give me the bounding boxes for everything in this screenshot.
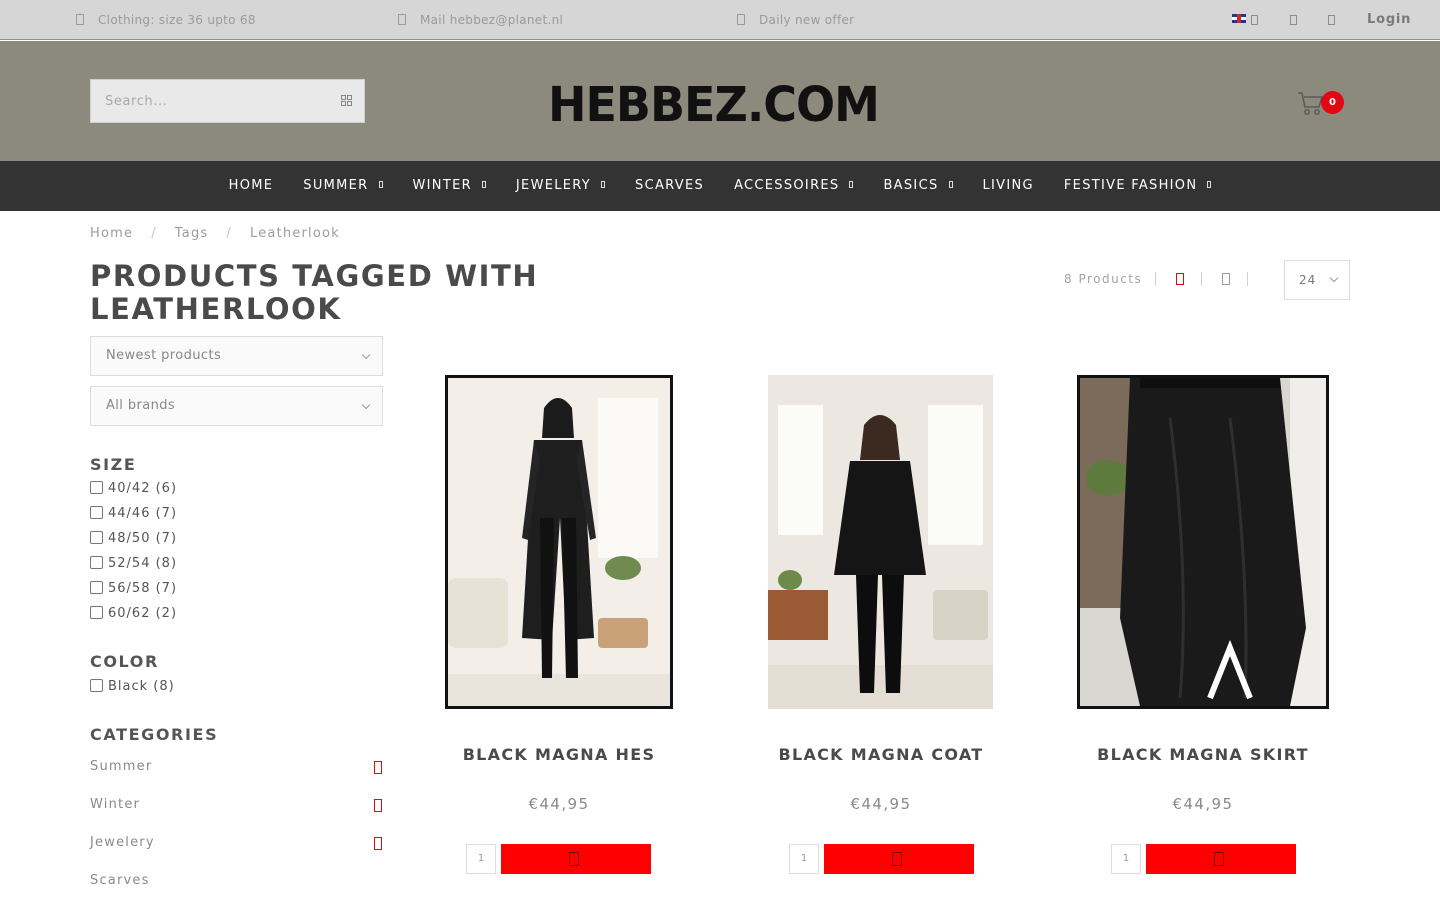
top-utility-bar: Clothing: size 36 upto 68 Mail hebbez@pl…: [0, 0, 1440, 40]
nav-item-scarves[interactable]: SCARVES: [620, 161, 719, 211]
product-price: €44,95: [850, 795, 912, 813]
chevron-down-icon: [378, 181, 383, 188]
product-count: 8 Products: [1064, 272, 1143, 286]
size-filter-option[interactable]: 44/46 (7): [90, 505, 177, 523]
product-title[interactable]: BLACK MAGNA HES: [409, 745, 709, 764]
search-icon[interactable]: [340, 94, 354, 108]
product-price: €44,95: [1172, 795, 1234, 813]
chevron-down-icon: [1329, 273, 1339, 283]
category-jewelery[interactable]: Jewelery: [90, 835, 155, 850]
sort-select[interactable]: Newest products: [90, 336, 383, 376]
size-filter-option[interactable]: 52/54 (8): [90, 555, 177, 573]
chevron-down-icon: [361, 400, 371, 410]
brand-select[interactable]: All brands: [90, 386, 383, 426]
checkbox[interactable]: [90, 481, 103, 494]
checkbox[interactable]: [90, 606, 103, 619]
nav-item-living[interactable]: LIVING: [968, 161, 1049, 211]
breadcrumb-current: Leatherlook: [249, 226, 340, 241]
list-view-icon[interactable]: [1222, 273, 1230, 285]
product-title[interactable]: BLACK MAGNA SKIRT: [1053, 745, 1353, 764]
wishlist-icon[interactable]: [1290, 15, 1297, 25]
nav-item-accessoires[interactable]: ACCESSOIRES: [719, 161, 868, 211]
color-filter-heading: COLOR: [90, 652, 159, 671]
product-price: €44,95: [528, 795, 590, 813]
category-scarves[interactable]: Scarves: [90, 873, 150, 888]
checkbox[interactable]: [90, 506, 103, 519]
compare-icon[interactable]: [1328, 15, 1335, 25]
breadcrumb-home[interactable]: Home: [90, 226, 133, 241]
chevron-down-icon: [1207, 181, 1212, 188]
quantity-input[interactable]: 1: [789, 844, 819, 874]
search-input[interactable]: [91, 80, 321, 122]
chevron-down-icon: [948, 181, 953, 188]
checkbox[interactable]: [90, 679, 103, 692]
expand-icon[interactable]: [374, 837, 382, 850]
nav-item-festive-fashion[interactable]: FESTIVE FASHION: [1049, 161, 1226, 211]
checkbox[interactable]: [90, 531, 103, 544]
cart-button[interactable]: 0: [1297, 89, 1347, 119]
checkbox[interactable]: [90, 556, 103, 569]
add-to-cart-button[interactable]: [1146, 844, 1296, 874]
cart-icon: [892, 852, 902, 866]
tag-icon: [737, 14, 745, 25]
breadcrumb: Home / Tags / Leatherlook: [90, 226, 340, 241]
category-summer[interactable]: Summer: [90, 759, 152, 774]
add-to-cart-button[interactable]: [824, 844, 974, 874]
category-winter[interactable]: Winter: [90, 797, 140, 812]
usp-sizes: Clothing: size 36 upto 68: [76, 0, 256, 40]
product-image[interactable]: [1077, 375, 1329, 709]
language-dropdown-icon[interactable]: [1251, 15, 1258, 25]
site-logo[interactable]: HEBBEZ.COM: [548, 78, 898, 131]
expand-icon[interactable]: [374, 799, 382, 812]
site-header: HEBBEZ.COM 0: [0, 41, 1440, 161]
grid-view-icon[interactable]: [1176, 273, 1184, 285]
login-link[interactable]: Login: [1367, 0, 1411, 40]
nav-item-jewelery[interactable]: JEWELERY: [501, 161, 620, 211]
product-title[interactable]: BLACK MAGNA COAT: [731, 745, 1031, 764]
cart-icon: [569, 852, 579, 866]
uk-flag-icon[interactable]: [1232, 14, 1246, 23]
nav-item-basics[interactable]: BASICS: [868, 161, 967, 211]
product-photo: [1080, 378, 1326, 706]
product-image[interactable]: [768, 375, 993, 709]
checkbox[interactable]: [90, 581, 103, 594]
nav-item-summer[interactable]: SUMMER: [288, 161, 397, 211]
size-filter-option[interactable]: 40/42 (6): [90, 480, 177, 498]
chevron-down-icon: [481, 181, 486, 188]
size-filter-option[interactable]: 56/58 (7): [90, 580, 177, 598]
size-filter-option[interactable]: 60/62 (2): [90, 605, 177, 623]
expand-icon[interactable]: [374, 761, 382, 774]
usp-mail[interactable]: Mail hebbez@planet.nl: [398, 0, 563, 40]
page-title: PRODUCTS TAGGED WITH LEATHERLOOK: [90, 259, 539, 326]
quantity-input[interactable]: 1: [466, 844, 496, 874]
categories-heading: CATEGORIES: [90, 725, 219, 744]
mail-icon: [398, 14, 406, 25]
quantity-input[interactable]: 1: [1111, 844, 1141, 874]
tag-icon: [76, 14, 84, 25]
cart-icon: [1214, 852, 1224, 866]
product-photo: [768, 375, 993, 709]
chevron-down-icon: [849, 181, 854, 188]
chevron-down-icon: [601, 181, 606, 188]
product-photo: [448, 378, 670, 706]
usp-offer: Daily new offer: [737, 0, 854, 40]
size-filter-heading: SIZE: [90, 455, 137, 474]
add-to-cart-button[interactable]: [501, 844, 651, 874]
main-navigation: HOME SUMMER WINTER JEWELERY SCARVES ACCE…: [0, 161, 1440, 211]
size-filter-option[interactable]: 48/50 (7): [90, 530, 177, 548]
breadcrumb-tags[interactable]: Tags: [175, 226, 209, 241]
cart-count-badge: 0: [1321, 91, 1344, 114]
chevron-down-icon: [361, 350, 371, 360]
nav-item-winter[interactable]: WINTER: [398, 161, 501, 211]
product-image[interactable]: [445, 375, 673, 709]
per-page-select[interactable]: 24: [1284, 260, 1350, 300]
nav-item-home[interactable]: HOME: [214, 161, 289, 211]
search-box: [90, 79, 365, 123]
color-filter-option[interactable]: Black (8): [90, 678, 175, 696]
